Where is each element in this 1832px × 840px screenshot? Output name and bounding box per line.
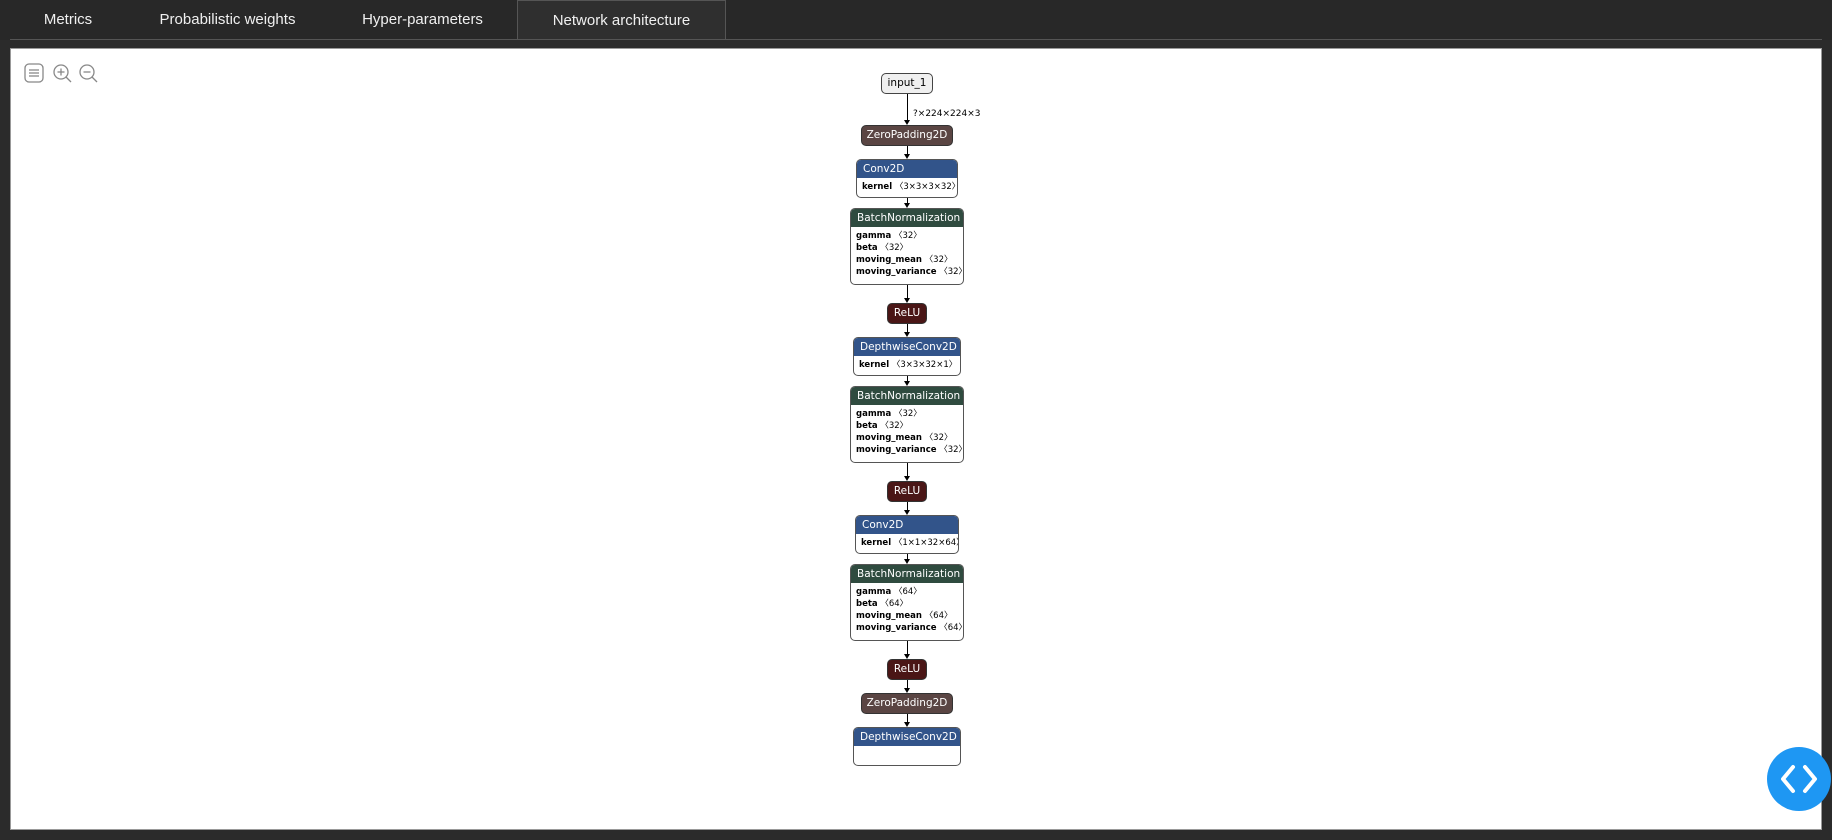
relu-node[interactable]: ReLU: [887, 659, 927, 680]
node-attribute: kernel 〈3×3×32×1〉: [854, 359, 960, 371]
attribute-name: moving_variance: [856, 445, 937, 455]
attribute-value: 〈32〉: [936, 445, 964, 455]
zoom-in-icon[interactable]: [51, 62, 73, 84]
graph-canvas[interactable]: input_1 ?×224×224×3 ZeroPadding2D Conv2D ker…: [10, 48, 1822, 830]
node-attribute: gamma 〈64〉: [851, 586, 963, 598]
code-toggle-button[interactable]: [1767, 747, 1831, 811]
tensor-shape-label: ?×224×224×3: [913, 109, 981, 119]
zero-padding-node[interactable]: ZeroPadding2D: [861, 693, 953, 714]
attribute-name: beta: [856, 243, 878, 253]
relu-node[interactable]: ReLU: [887, 481, 927, 502]
batch-normalization-node[interactable]: BatchNormalization gamma 〈64〉 beta 〈64〉 mov…: [850, 564, 964, 641]
node-title: Conv2D: [856, 516, 958, 534]
attribute-name: gamma: [856, 587, 892, 597]
attribute-value: 〈3×3×32×1〉: [889, 360, 958, 370]
node-attribute: beta 〈32〉: [851, 242, 963, 254]
conv2d-node[interactable]: Conv2D kernel 〈3×3×3×32〉: [856, 159, 958, 198]
depthwise-conv2d-node[interactable]: DepthwiseConv2D kernel 〈3×3×32×1〉: [853, 337, 961, 376]
graph-edge: [907, 641, 908, 655]
node-attribute: beta 〈32〉: [851, 420, 963, 432]
tab-bar: Metrics Probabilistic weights Hyper-para…: [0, 0, 1832, 40]
attribute-name: moving_mean: [856, 433, 922, 443]
attribute-name: gamma: [856, 231, 892, 241]
node-title: BatchNormalization: [851, 387, 963, 405]
relu-node[interactable]: ReLU: [887, 303, 927, 324]
zero-padding-node[interactable]: ZeroPadding2D: [861, 125, 953, 146]
tab-divider: [10, 39, 1822, 40]
attribute-value: 〈64〉: [936, 623, 964, 633]
attribute-name: beta: [856, 599, 878, 609]
list-icon[interactable]: [23, 62, 45, 84]
node-title: Conv2D: [857, 160, 957, 178]
attribute-name: kernel: [861, 538, 892, 548]
node-title: BatchNormalization: [851, 209, 963, 227]
attribute-value: 〈1×1×32×64〉: [891, 538, 959, 548]
node-attribute: beta 〈64〉: [851, 598, 963, 610]
attribute-name: moving_variance: [856, 623, 937, 633]
attribute-value: 〈32〉: [877, 421, 909, 431]
attribute-value: 〈32〉: [921, 433, 953, 443]
attribute-value: 〈32〉: [891, 231, 922, 241]
attribute-value: 〈64〉: [891, 587, 922, 597]
attribute-name: moving_mean: [856, 255, 922, 265]
node-title: BatchNormalization: [851, 565, 963, 583]
input-node[interactable]: input_1: [881, 73, 933, 94]
node-attribute: moving_variance 〈64〉: [851, 622, 963, 634]
node-title: DepthwiseConv2D: [854, 338, 960, 356]
graph-edge: [907, 463, 908, 477]
node-attribute: kernel 〈1×1×32×64〉: [856, 537, 958, 549]
node-attribute: moving_mean 〈64〉: [851, 610, 963, 622]
node-attribute: moving_mean 〈32〉: [851, 254, 963, 266]
attribute-name: moving_mean: [856, 611, 922, 621]
attribute-value: 〈64〉: [877, 599, 909, 609]
graph-edge: [907, 285, 908, 299]
node-attribute: moving_variance 〈32〉: [851, 266, 963, 278]
attribute-value: 〈64〉: [921, 611, 953, 621]
attribute-name: gamma: [856, 409, 892, 419]
zoom-out-icon[interactable]: [77, 62, 99, 84]
node-title: DepthwiseConv2D: [854, 728, 960, 746]
tab-network-architecture[interactable]: Network architecture: [517, 0, 726, 40]
batch-normalization-node[interactable]: BatchNormalization gamma 〈32〉 beta 〈32〉 mov…: [850, 386, 964, 463]
tab-hyper-parameters[interactable]: Hyper-parameters: [340, 0, 505, 40]
attribute-name: moving_variance: [856, 267, 937, 277]
conv2d-node[interactable]: Conv2D kernel 〈1×1×32×64〉: [855, 515, 959, 554]
attribute-value: 〈32〉: [936, 267, 964, 277]
code-icon: [1781, 765, 1817, 793]
node-attribute: moving_variance 〈32〉: [851, 444, 963, 456]
node-attribute: gamma 〈32〉: [851, 230, 963, 242]
attribute-value: 〈32〉: [921, 255, 953, 265]
attribute-name: beta: [856, 421, 878, 431]
node-attribute: gamma 〈32〉: [851, 408, 963, 420]
attribute-name: kernel: [862, 182, 893, 192]
attribute-value: 〈32〉: [891, 409, 922, 419]
tab-probabilistic-weights[interactable]: Probabilistic weights: [140, 0, 315, 40]
tab-metrics[interactable]: Metrics: [18, 0, 118, 40]
graph-edge: [907, 94, 908, 121]
node-attribute: moving_mean 〈32〉: [851, 432, 963, 444]
batch-normalization-node[interactable]: BatchNormalization gamma 〈32〉 beta 〈32〉 mov…: [850, 208, 964, 285]
node-attribute: kernel 〈3×3×3×32〉: [857, 181, 957, 193]
attribute-value: 〈32〉: [877, 243, 909, 253]
attribute-name: kernel: [859, 360, 890, 370]
attribute-value: 〈3×3×3×32〉: [892, 182, 958, 192]
depthwise-conv2d-node[interactable]: DepthwiseConv2D: [853, 727, 961, 766]
